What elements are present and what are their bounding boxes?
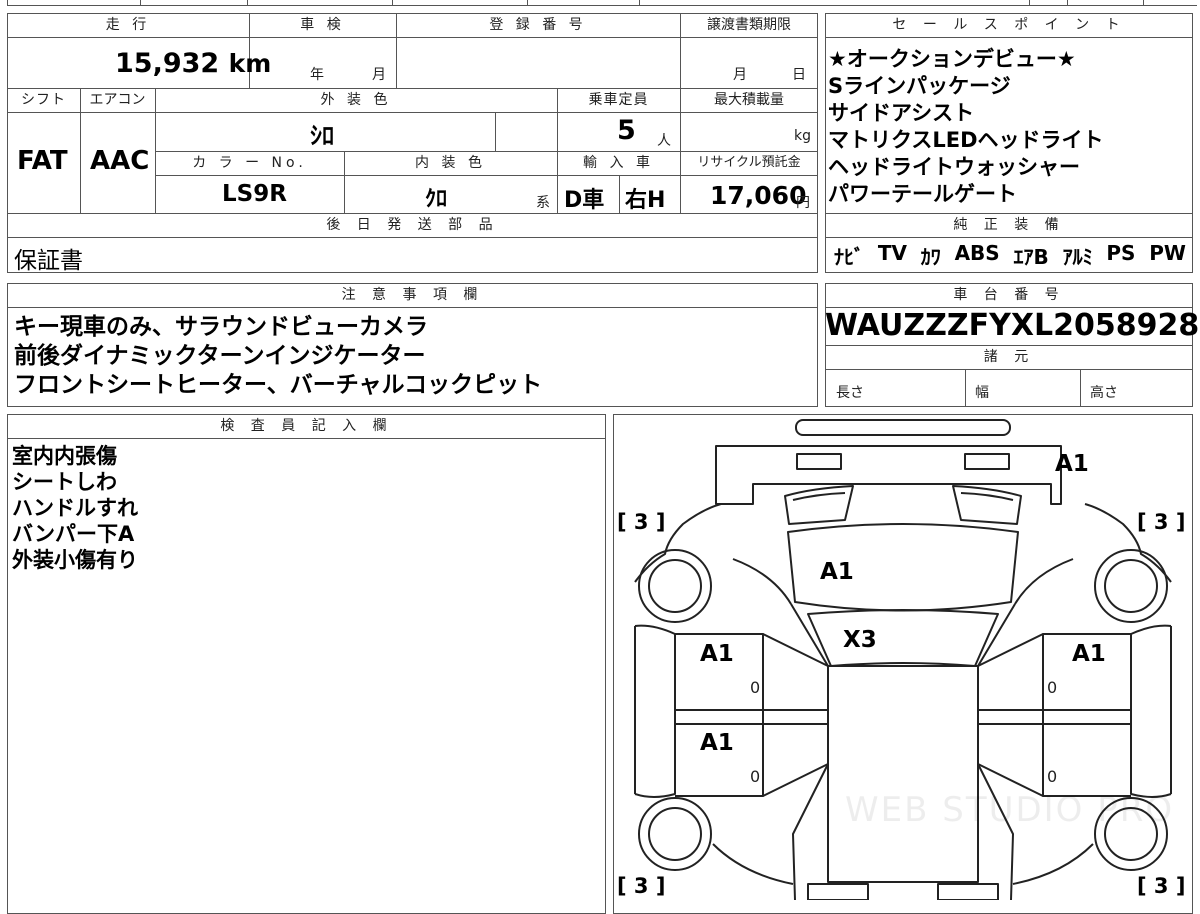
equipment-header: 純 正 装 備: [953, 217, 1065, 233]
inspector-line: 室内内張傷: [12, 444, 117, 468]
damage-mark: A1: [820, 559, 854, 585]
equipment-item: TV: [877, 241, 907, 265]
registration-label: 登 録 番 号: [489, 17, 587, 33]
sales-point-line: ヘッドライトウォッシャー: [828, 155, 1080, 179]
damage-mark: A1: [700, 641, 734, 667]
color-no-value: LS9R: [222, 181, 287, 207]
damage-mark: A1: [1072, 641, 1106, 667]
max-load-label: 最大積載量: [714, 92, 784, 108]
damage-mark: A1: [1055, 451, 1089, 477]
later-parts-content: 保証書: [14, 248, 83, 274]
transfer-month: 月: [733, 67, 747, 83]
sales-point-line: サイドアシスト: [828, 101, 975, 125]
rear-light-left: [807, 883, 869, 900]
diagram-tire-mark: [ 3 ]: [1137, 874, 1186, 898]
front-bumper-top: [795, 419, 1011, 436]
equipment-item: ABS: [954, 241, 1000, 265]
inspector-line: ハンドルすれ: [12, 496, 138, 520]
inspection-year: 年: [310, 67, 324, 83]
capacity-unit: 人: [657, 133, 671, 149]
recycle-fee-unit: 円: [796, 195, 810, 211]
notes-list: キー現車のみ、サラウンドビューカメラ 前後ダイナミックターンインジケーター フロ…: [14, 313, 814, 400]
damage-mark: A1: [700, 730, 734, 756]
equipment-item: ｱﾙﾐ: [1062, 245, 1093, 269]
ac-label: エアコン: [89, 92, 146, 108]
mileage-unit: km: [228, 49, 272, 78]
inspector-line: バンパー下A: [12, 522, 135, 546]
inspector-list: 室内内張傷 シートしわ ハンドルすれ バンパー下A 外装小傷有り: [12, 443, 592, 573]
transfer-day: 日: [792, 67, 806, 83]
capacity-label: 乗車定員: [588, 92, 649, 108]
note-line: キー現車のみ、サラウンドビューカメラ: [14, 314, 428, 340]
front-fog-left: [796, 453, 842, 470]
exterior-color-label: 外 装 色: [320, 92, 392, 108]
sales-point-line: パワーテールゲート: [828, 182, 1017, 206]
diagram-zero: 0: [1047, 678, 1058, 697]
specs-header: 諸 元: [983, 349, 1035, 365]
headlight-left: [784, 485, 854, 525]
damage-mark: X3: [843, 627, 877, 653]
height-label: 高さ: [1090, 385, 1118, 401]
chassis-header: 車 台 番 号: [953, 287, 1065, 303]
recycle-fee-value: 17,060: [710, 181, 807, 210]
diagram-tire-mark: [ 3 ]: [1137, 510, 1186, 534]
capacity-value: 5: [617, 115, 636, 146]
inspector-line: 外装小傷有り: [12, 548, 138, 572]
equipment-item: PW: [1149, 241, 1186, 265]
load-unit: kg: [794, 128, 811, 144]
rear-light-right: [937, 883, 999, 900]
sales-point-line: マトリクスLEDヘッドライト: [828, 128, 1104, 152]
transfer-deadline-label: 譲渡書類期限: [707, 17, 791, 33]
ac-value: AAC: [90, 146, 150, 176]
inspection-label: 車 検: [300, 17, 345, 33]
diagram-tire-mark: [ 3 ]: [617, 510, 666, 534]
equipment-list: ﾅﾋﾞ TV ｶﾜ ABS ｴｱB ｱﾙﾐ PS PW: [834, 241, 1186, 270]
equipment-item: ｴｱB: [1013, 245, 1049, 269]
sales-points-list: ★オークションデビュー★ Sラインパッケージ サイドアシスト マトリクスLEDヘ…: [828, 46, 1188, 208]
steering-value: 右H: [625, 188, 666, 213]
diagram-zero: 0: [750, 767, 761, 786]
mileage-value: 15,932 km: [115, 48, 271, 79]
note-line: 前後ダイナミックターンインジケーター: [14, 343, 426, 369]
length-label: 長さ: [836, 385, 864, 401]
windshield: [807, 609, 999, 667]
mileage-number: 15,932: [115, 48, 220, 79]
front-fog-right: [964, 453, 1010, 470]
equipment-item: ﾅﾋﾞ: [834, 245, 864, 269]
headlight-right: [952, 485, 1022, 525]
diagram-tire-mark: [ 3 ]: [617, 874, 666, 898]
interior-color-suffix: 系: [536, 195, 550, 211]
sales-points-header: セ ー ル ス ポ イ ン ト: [892, 17, 1126, 33]
watermark: WEB STUDIO PRO: [845, 790, 1175, 830]
mileage-label: 走 行: [105, 17, 151, 33]
note-line: フロントシートヒーター、バーチャルコックピット: [14, 372, 543, 398]
interior-color-label: 内 装 色: [415, 155, 486, 171]
chassis-number: WAUZZZFYXL2058928: [825, 308, 1200, 343]
equipment-item: PS: [1106, 241, 1136, 265]
exterior-color-value: ｼﾛ: [310, 122, 334, 150]
import-label: 輸 入 車: [583, 155, 654, 171]
interior-color-value: ｸﾛ: [425, 187, 448, 212]
shift-value: FAT: [17, 146, 68, 176]
width-label: 幅: [975, 385, 989, 401]
shift-label: シフト: [21, 92, 66, 108]
inspector-header: 検 査 員 記 入 欄: [220, 418, 393, 434]
equipment-item: ｶﾜ: [920, 245, 941, 269]
later-parts-header: 後 日 発 送 部 品: [326, 217, 499, 233]
diagram-zero: 0: [750, 678, 761, 697]
diagram-zero: 0: [1047, 767, 1058, 786]
inspector-line: シートしわ: [12, 470, 117, 494]
roof: [827, 665, 979, 883]
color-no-label: カ ラ ー No.: [192, 155, 307, 171]
inspection-month: 月: [372, 67, 386, 83]
sales-point-line: ★オークションデビュー★: [828, 47, 1076, 71]
sales-point-line: Sラインパッケージ: [828, 74, 1011, 98]
notes-header: 注 意 事 項 欄: [341, 287, 484, 303]
top-cutoff-strip: [7, 0, 1197, 6]
recycle-fee-label: リサイクル預託金: [697, 155, 801, 170]
import-value: D車: [564, 188, 605, 213]
